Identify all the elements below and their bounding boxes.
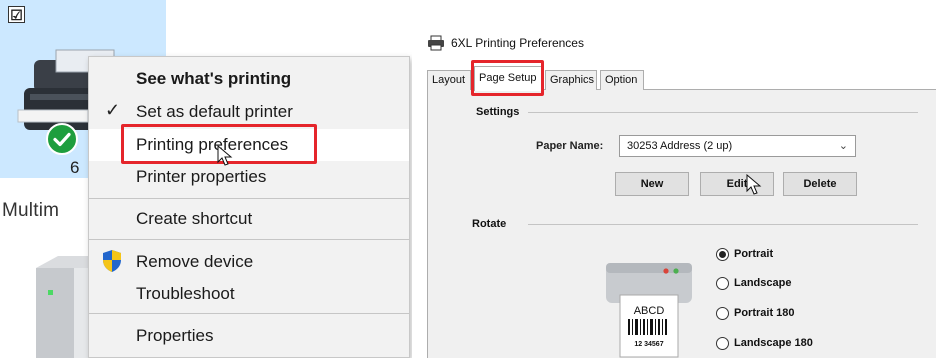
checkmark-icon: ✓ xyxy=(105,100,121,120)
tab-label: Option xyxy=(605,74,638,86)
radio-button[interactable] xyxy=(716,248,729,261)
menu-separator xyxy=(89,313,409,314)
menu-item-label: Create shortcut xyxy=(136,209,253,228)
tab-page-setup[interactable]: Page Setup xyxy=(474,66,542,91)
menu-separator xyxy=(89,198,409,199)
section-label-text: Multim xyxy=(2,200,60,221)
menu-item-see-whats-printing[interactable]: See what's printing xyxy=(89,63,409,95)
page-setup-panel: Settings Paper Name: 30253 Address (2 up… xyxy=(427,90,936,358)
chevron-down-icon: ⌄ xyxy=(838,140,848,152)
tab-label: Graphics xyxy=(550,74,595,86)
edit-button[interactable]: Edit xyxy=(700,172,774,196)
preview-number: 12 34567 xyxy=(634,341,663,348)
preview-text: ABCD xyxy=(634,305,665,317)
printing-preferences-dialog: 6XL Printing Preferences Layout Page Set… xyxy=(421,0,936,358)
radio-button[interactable] xyxy=(716,337,729,350)
tab-graphics[interactable]: Graphics xyxy=(545,70,597,90)
radio-label: Landscape xyxy=(734,277,792,289)
new-button[interactable]: New xyxy=(615,172,689,196)
menu-item-label: Printer properties xyxy=(136,167,267,186)
menu-item-printer-properties[interactable]: Printer properties xyxy=(89,161,409,193)
group-divider xyxy=(528,224,918,225)
menu-item-label: Troubleshoot xyxy=(136,284,235,303)
orientation-preview: ABCD 12 34567 xyxy=(604,253,694,358)
menu-item-create-shortcut[interactable]: Create shortcut xyxy=(89,203,409,235)
menu-item-set-default-printer[interactable]: ✓ Set as default printer xyxy=(89,96,409,128)
delete-button[interactable]: Delete xyxy=(783,172,857,196)
paper-name-value: 30253 Address (2 up) xyxy=(627,140,733,152)
devices-and-printers-pane: ☑ 6 Multim See what's printing ✓ Set as xyxy=(0,0,412,358)
printer-icon xyxy=(428,35,444,51)
mouse-cursor-icon xyxy=(746,174,762,195)
rotate-group-label: Rotate xyxy=(472,218,507,230)
uac-shield-icon xyxy=(103,250,121,272)
radio-button[interactable] xyxy=(716,307,729,320)
menu-item-troubleshoot[interactable]: Troubleshoot xyxy=(89,278,409,310)
paper-name-label: Paper Name: xyxy=(536,140,604,152)
menu-item-remove-device[interactable]: Remove device xyxy=(89,246,409,278)
tab-layout[interactable]: Layout xyxy=(427,70,471,90)
label-printer-icon: ABCD 12 34567 xyxy=(606,263,692,358)
printer-context-menu: See what's printing ✓ Set as default pri… xyxy=(88,56,410,358)
menu-item-printing-preferences[interactable]: Printing preferences xyxy=(89,129,409,161)
menu-item-label: Printing preferences xyxy=(136,135,289,154)
paper-name-dropdown[interactable]: 30253 Address (2 up) ⌄ xyxy=(619,135,856,157)
menu-separator xyxy=(89,239,409,240)
radio-label: Portrait 180 xyxy=(734,307,795,319)
menu-item-label: See what's printing xyxy=(136,69,292,88)
radio-label: Landscape 180 xyxy=(734,337,813,349)
settings-group-label: Settings xyxy=(476,106,520,118)
tab-label: Layout xyxy=(432,74,466,86)
tile-checkbox[interactable]: ☑ xyxy=(8,6,25,23)
menu-item-properties[interactable]: Properties xyxy=(89,320,409,352)
radio-button[interactable] xyxy=(716,277,729,290)
tab-label: Page Setup xyxy=(479,72,537,84)
menu-item-label: Remove device xyxy=(136,252,254,271)
printer-tile-label: 6 xyxy=(70,158,80,177)
dialog-title: 6XL Printing Preferences xyxy=(451,36,584,50)
dialog-titlebar: 6XL Printing Preferences xyxy=(421,0,936,66)
default-check-badge-icon xyxy=(46,123,78,155)
mouse-cursor-icon xyxy=(217,145,233,166)
menu-item-label: Properties xyxy=(136,326,214,345)
tab-bar: Layout Page Setup Graphics Option xyxy=(427,66,936,91)
menu-item-label: Set as default printer xyxy=(136,102,293,121)
section-label-multimedia: Multim xyxy=(2,200,59,222)
group-divider xyxy=(528,112,918,113)
radio-label: Portrait xyxy=(734,248,774,260)
tab-option[interactable]: Option xyxy=(600,70,644,90)
